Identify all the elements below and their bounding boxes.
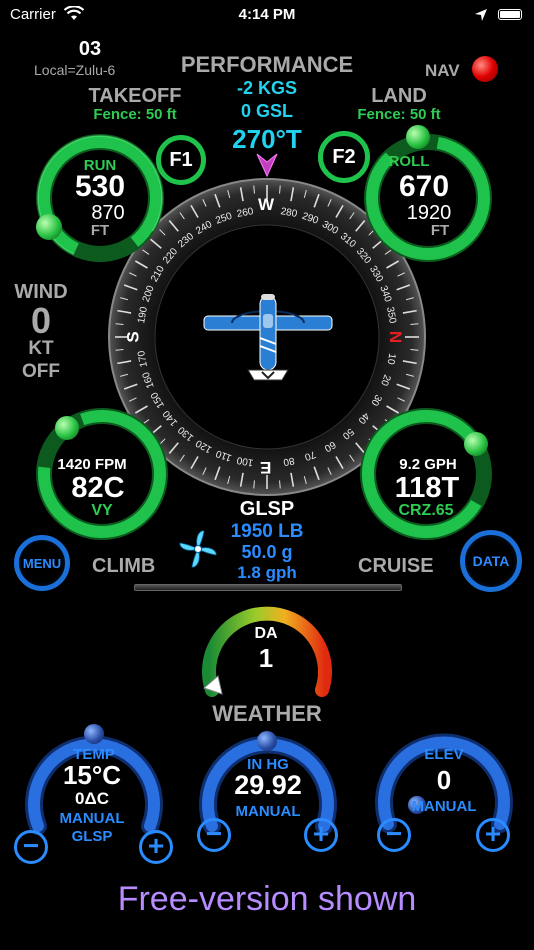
elevation-value: 0: [436, 765, 452, 795]
temp-source: GLSP: [71, 828, 113, 845]
menu-button[interactable]: MENU: [14, 535, 70, 591]
temp-knob[interactable]: [84, 724, 104, 744]
density-altitude-value: 1: [258, 643, 274, 673]
cruise-label: CRUISE: [358, 555, 434, 577]
fuel-type[interactable]: GLSP: [200, 498, 334, 521]
takeoff-label: TAKEOFF: [88, 85, 182, 107]
wind-status[interactable]: OFF: [0, 361, 82, 383]
heading-bug-icon: [256, 153, 278, 178]
cruise-rate: 9.2 GPH: [399, 456, 457, 473]
data-button[interactable]: DATA: [460, 530, 522, 592]
battery-icon: [498, 9, 522, 20]
day-label: 03: [78, 38, 102, 60]
pressure-minus-button[interactable]: −: [197, 818, 231, 852]
compass-tick: [253, 480, 255, 489]
takeoff-unit: FT: [90, 222, 110, 239]
compass-s-label: S: [123, 331, 143, 343]
cruise-knob[interactable]: [464, 432, 488, 456]
elevation-label: ELEV: [424, 746, 464, 763]
nav-label: NAV: [425, 61, 460, 80]
climb-mode: VY: [91, 502, 113, 519]
land-gauge-label: ROLL: [388, 153, 430, 170]
section-divider: [134, 584, 402, 591]
land-fence: Fence: 50 ft: [357, 106, 441, 123]
kgs-readout: -2 KGS: [236, 78, 297, 98]
temp-plus-button[interactable]: +: [139, 830, 173, 864]
compass-n-label: N: [386, 330, 406, 344]
land-roll-value: 670: [398, 170, 450, 203]
density-altitude-label: DA: [254, 625, 278, 642]
gsl-readout: 0 GSL: [240, 101, 293, 121]
airplane-icon: [203, 294, 333, 381]
fuel-weight: 1950 LB: [230, 521, 304, 542]
wind-unit: KT: [28, 338, 54, 359]
pressure-mode: MANUAL: [235, 803, 301, 820]
compass-tick: [253, 185, 255, 194]
fuel-burn: 1.8 gph: [237, 563, 297, 582]
compass-tick: [279, 480, 281, 489]
pressure-knob[interactable]: [257, 731, 277, 751]
cruise-mode: CRZ.65: [398, 502, 454, 519]
wind-value[interactable]: 0: [0, 300, 82, 342]
f2-button[interactable]: F2: [318, 131, 370, 183]
pressure-value: 29.92: [234, 770, 302, 800]
free-version-banner: Free-version shown: [117, 880, 417, 918]
cruise-speed-value: 118T: [394, 472, 460, 504]
temp-delta: 0ΔC: [75, 789, 109, 808]
takeoff-fence: Fence: 50 ft: [93, 106, 177, 123]
f1-button[interactable]: F1: [156, 135, 206, 185]
temp-mode: MANUAL: [59, 810, 125, 827]
compass-tick: [410, 323, 419, 325]
land-label: LAND: [371, 85, 427, 107]
takeoff-knob[interactable]: [36, 214, 62, 240]
temp-value: 15°C: [62, 760, 122, 790]
elevation-mode: MANUAL: [411, 798, 477, 815]
land-knob[interactable]: [406, 125, 430, 149]
elevation-plus-button[interactable]: +: [476, 818, 510, 852]
elevation-minus-button[interactable]: −: [377, 818, 411, 852]
climb-speed-value: 82C: [71, 472, 125, 504]
compass-tick: [115, 349, 124, 351]
status-time: 4:14 PM: [238, 6, 296, 23]
compass-tick: [410, 349, 419, 351]
fuel-gallons: 50.0 g: [241, 542, 293, 562]
compass-tick: [115, 323, 124, 325]
location-arrow-icon: [475, 9, 487, 21]
status-bar: Carrier 4:14 PM: [0, 0, 534, 30]
timezone-label: Local=Zulu-6: [34, 62, 116, 78]
climb-rate: 1420 FPM: [57, 456, 127, 473]
compass-w-label: W: [258, 195, 275, 214]
nav-status-light[interactable]: [472, 56, 498, 82]
takeoff-run-value: 530: [74, 170, 126, 203]
climb-label: CLIMB: [92, 555, 156, 577]
compass-tick: [279, 185, 281, 194]
climb-knob[interactable]: [55, 416, 79, 440]
land-unit: FT: [430, 222, 450, 239]
temp-minus-button[interactable]: −: [14, 830, 48, 864]
pressure-plus-button[interactable]: +: [304, 818, 338, 852]
compass-e-label: E: [260, 458, 272, 477]
page-title: PERFORMANCE: [180, 52, 354, 77]
